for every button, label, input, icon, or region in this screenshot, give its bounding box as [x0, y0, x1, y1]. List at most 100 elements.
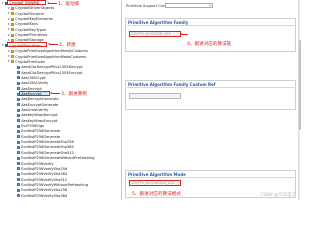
container-icon: [17, 183, 21, 187]
container-icon: [17, 167, 21, 171]
support-context-dropdown[interactable]: [165, 2, 213, 9]
annotation-2-arrow: [48, 43, 58, 45]
annotation-4-arrow: [180, 33, 188, 35]
tree-item[interactable]: ▾ CryptoIfKeyTypes: [0, 28, 120, 32]
tree-item[interactable]: EccNistP256GenerateSha384: [0, 145, 120, 149]
tree-item-label: AesEncryptGenerate: [21, 102, 59, 107]
tree-item-label: EccNistP256VerifySha512: [21, 177, 68, 182]
tree-item-label: AesdCbcDecryptPKcs1305Encrypt: [21, 70, 83, 75]
tree-item[interactable]: EccNistP256VerifySha384: [0, 172, 120, 176]
tree-item[interactable]: EccNistP256VerifySha384: [0, 194, 120, 198]
tree-item[interactable]: AesdCbcDecryptPKcs1305Encrypt: [0, 71, 120, 75]
tree-item[interactable]: EccP256Sign: [0, 124, 120, 128]
tree-item[interactable]: AesGmacVerify: [0, 108, 120, 112]
folder-icon: [11, 17, 15, 21]
container-icon: [17, 76, 21, 80]
tree-item[interactable]: ▾ CryptoPrimitiveAlgorithmFamilyCustoms: [0, 49, 120, 53]
tree-item-label: EccNistP256VerifySha256: [21, 166, 68, 171]
tree-item-label: CryptoIfDriverObjects: [15, 6, 55, 11]
tree-item[interactable]: EccNistP256VerifySha256: [0, 188, 120, 192]
annotation-1-arrow: [47, 2, 57, 4]
tree-item[interactable]: ▾ CryptoPrimitiveAlgorithmModeCustoms: [0, 55, 120, 59]
tree-item-label: EccNistP256VerifyWithoutPreHashing: [21, 182, 88, 187]
module-tree[interactable]: ▾ CryptoIf_BSWMD ▾ CryptoIfDriverObjects ▾ Cr…: [0, 0, 122, 200]
tree-item[interactable]: EccNistP256GenerateSha256: [0, 140, 120, 144]
tree-item[interactable]: ▾ CryptoIfDriverObjects: [0, 6, 120, 10]
folder-icon: [11, 12, 15, 16]
folder-icon: [11, 49, 15, 53]
tree-item[interactable]: AesDecryptGenerate: [0, 97, 120, 101]
tree-item-label: EccNistP256GenerateWithoutPreHashing: [21, 156, 95, 161]
container-icon: [17, 188, 21, 192]
watermark: CSDN @汽车电子: [260, 193, 296, 198]
tree-item[interactable]: AesdCbcDecryptPKcs1305Decrypt: [0, 65, 120, 69]
container-icon: [17, 156, 21, 160]
container-icon: [17, 162, 21, 166]
tree-item-label: CryptoPrimitiveAlgorithmFamilyCustoms: [15, 49, 88, 54]
tree-item[interactable]: AesEncryptGenerate: [0, 103, 120, 107]
tree-item-label: EccNistP256Generate: [21, 129, 61, 134]
folder-icon: [11, 60, 15, 64]
tree-item[interactable]: EccNistP256VerifyWithoutPreHashing: [0, 183, 120, 187]
container-icon: [17, 65, 21, 69]
container-icon: [17, 97, 21, 101]
tree-item[interactable]: ▾ CryptoIfKeyElements: [0, 17, 120, 21]
section-algorithm-family: Primitive Algorithm Family CRYPTO_ALGOFA…: [125, 18, 296, 52]
annotation-2: 2、新建: [59, 42, 76, 48]
scrollbar[interactable]: [297, 0, 301, 200]
tree-item-label: CryptoIfGeneral: [15, 11, 44, 16]
tree-item[interactable]: EccNistP256GenerateWithoutPreHashing: [0, 156, 120, 160]
tree-item-label: EccNistP256GenerateSha512: [21, 150, 74, 155]
highlight-box-new: [7, 41, 47, 47]
config-panel: Primitive Support Context: Primitive Alg…: [124, 0, 301, 200]
tree-item[interactable]: EccNistP256VerifySha256: [0, 167, 120, 171]
tree-item[interactable]: EccNistP256VerifySha512: [0, 178, 120, 182]
algorithm-family-field[interactable]: CRYPTO_ALGOFAM_AES: [128, 31, 181, 37]
annotation-3: 3、跟进算例: [61, 92, 87, 97]
folder-icon: [11, 33, 15, 37]
folder-icon: [11, 22, 15, 26]
tree-item[interactable]: ▾ CryptoIfKeys: [0, 22, 120, 26]
tree-item[interactable]: EccNistP256Generate: [0, 135, 120, 139]
container-icon: [17, 194, 21, 198]
container-icon: [17, 172, 21, 176]
tree-item[interactable]: EccNistP256Generate: [0, 129, 120, 133]
tree-item-label: CryptoPrimitiveAlgorithmModeCustoms: [15, 54, 87, 59]
container-icon: [17, 124, 21, 128]
tree-item[interactable]: AesKeyWrapDecrypt: [0, 113, 120, 117]
scrollbar-thumb[interactable]: [298, 40, 301, 130]
tree-item[interactable]: ▾ CryptoIfGeneral: [0, 12, 120, 16]
tree-item-label: EccP256Sign: [21, 124, 45, 129]
tree-item-label: EccNistP256GenerateSha256: [21, 140, 74, 145]
tree-item[interactable]: EccNistP256Verify: [0, 162, 120, 166]
tree-item[interactable]: AesEncrypt: [0, 92, 120, 96]
container-icon: [17, 119, 21, 123]
container-icon: [17, 108, 21, 112]
container-icon: [17, 87, 21, 91]
tree-item-label: AesKeyWrapDecrypt: [21, 113, 58, 118]
tree-item-label: EccNistP256GenerateSha384: [21, 145, 74, 150]
annotation-4: 4、跟进对应的算法族: [187, 42, 232, 47]
algorithm-family-custom-field[interactable]: [128, 93, 181, 99]
tree-item-label: CryptoIfKeyTypes: [15, 27, 47, 32]
tree-item[interactable]: ▾ CryptoIfPrimitives: [0, 33, 120, 37]
folder-icon: [11, 55, 15, 59]
tree-item[interactable]: AesKeyWrapEncrypt: [0, 119, 120, 123]
annotation-5: 5、跟进对应的算法模式: [132, 192, 181, 197]
tree-item-label: AesCMACVerify: [21, 81, 49, 86]
tree-item[interactable]: ▾ CryptoPrimitives: [0, 60, 120, 64]
tree-item-label: EccNistP256VerifySha384: [21, 193, 68, 198]
container-icon: [17, 129, 21, 133]
highlight-box-driver: [7, 0, 46, 6]
tree-item-label: AesdCbcDecryptPKcs1305Decrypt: [21, 65, 83, 70]
tree-item[interactable]: EccNistP256GenerateSha512: [0, 151, 120, 155]
tree-item-label: CryptoIfPrimitives: [15, 33, 48, 38]
folder-icon: [11, 6, 15, 10]
tree-item[interactable]: AesCMACVerify: [0, 81, 120, 85]
container-icon: [17, 113, 21, 117]
algorithm-mode-field[interactable]: CRYPTO_ALGOMODE_ECB: [128, 180, 181, 186]
tree-item[interactable]: AesCMACrypt: [0, 76, 120, 80]
container-icon: [17, 178, 21, 182]
annotation-1: 1、驱动库: [58, 1, 80, 7]
tree-item[interactable]: AesDecrypt: [0, 87, 120, 91]
